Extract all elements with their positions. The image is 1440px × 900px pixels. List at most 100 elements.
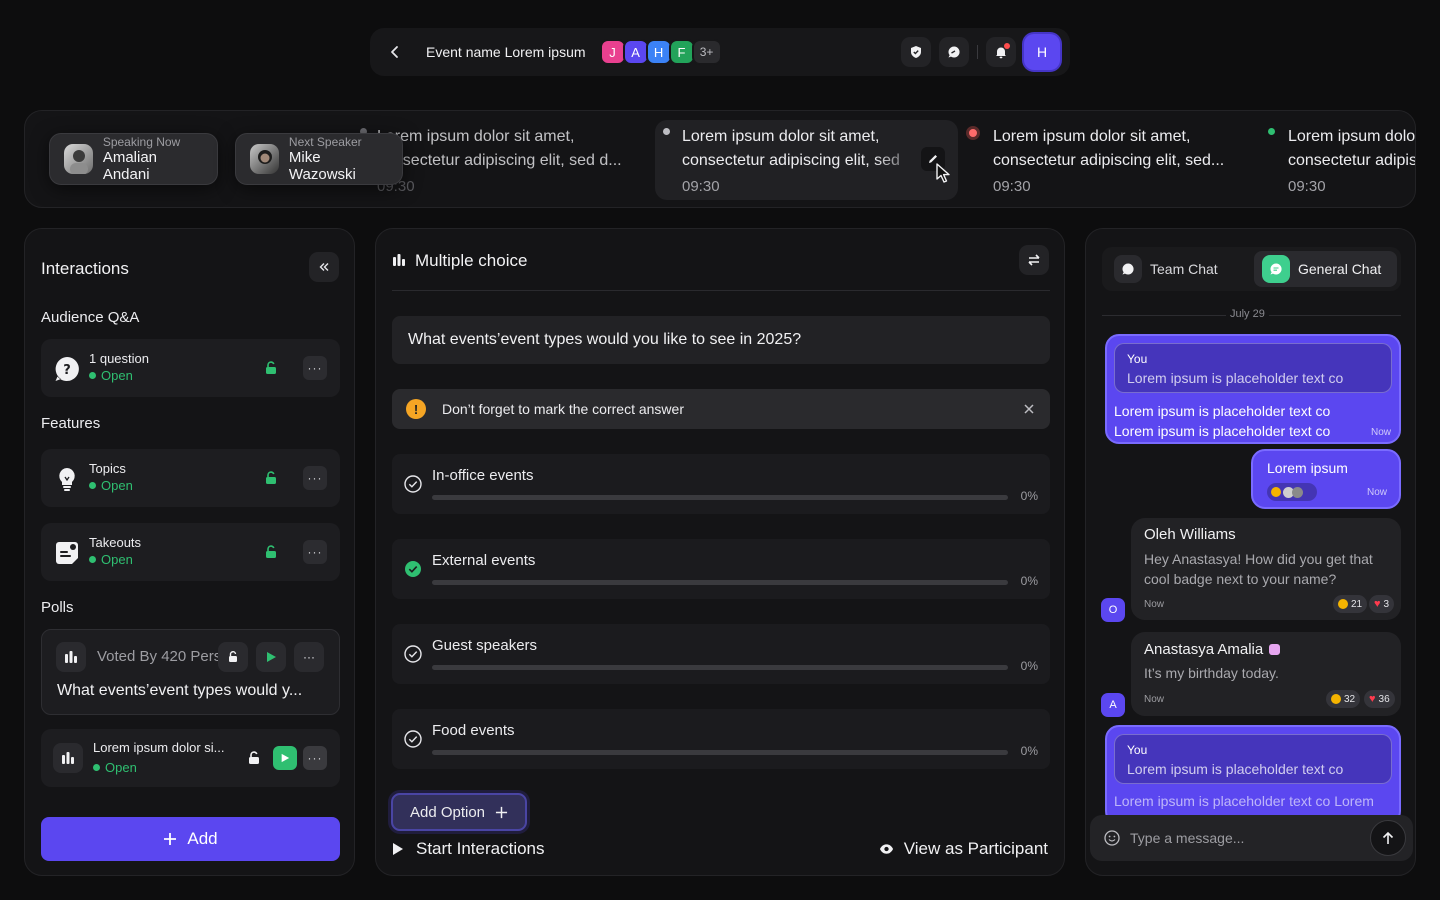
more-button[interactable]: ··· <box>303 746 327 770</box>
add-option-button[interactable]: Add Option <box>391 793 527 831</box>
avatars-more[interactable]: 3+ <box>691 39 722 65</box>
reaction-laugh[interactable]: 32 <box>1326 690 1361 708</box>
reaction-laugh[interactable]: 21 <box>1333 595 1368 613</box>
close-icon[interactable] <box>1024 404 1034 414</box>
cursor-icon <box>936 163 950 183</box>
tab-team-chat[interactable]: Team Chat <box>1106 251 1251 287</box>
message-time: Now <box>1370 427 1391 438</box>
avatar[interactable]: H <box>645 39 672 65</box>
switch-type-button[interactable] <box>1019 245 1049 275</box>
reply-quote: You Lorem ipsum is placeholder text co <box>1114 734 1392 784</box>
agenda-item-time: 09:30 <box>682 178 720 195</box>
question-input[interactable]: What events’event types would you like t… <box>392 316 1050 364</box>
emoji-face-icon <box>1331 694 1341 704</box>
emoji-icon[interactable] <box>1104 830 1120 846</box>
quote-text: Lorem ipsum is placeholder text co <box>1127 370 1344 386</box>
agenda-item[interactable]: Lorem ipsum dolor sit amet, consectetur … <box>1288 125 1416 199</box>
feature-item-takeouts[interactable]: Takeouts Open ··· <box>41 523 340 581</box>
start-interactions-button[interactable]: Start Interactions <box>392 839 545 859</box>
arrow-up-icon <box>1382 831 1394 844</box>
avatar <box>1292 486 1303 498</box>
check-circle-icon[interactable] <box>404 475 422 493</box>
svg-text:?: ? <box>63 363 71 378</box>
more-button[interactable]: ··· <box>303 466 327 490</box>
avatar[interactable]: A <box>1101 693 1125 717</box>
feature-item-topics[interactable]: Topics Open ··· <box>41 449 340 507</box>
live-dot <box>966 126 980 140</box>
bar-chart-icon <box>65 651 77 663</box>
poll-item[interactable]: Lorem ipsum dolor si... Open ··· <box>41 729 340 787</box>
section-label-features: Features <box>41 415 101 432</box>
notifications-button[interactable] <box>986 37 1016 67</box>
collapse-button[interactable] <box>309 252 339 282</box>
user-avatar[interactable]: H <box>1024 34 1060 70</box>
poll-option[interactable]: In-office events 0% <box>392 454 1050 514</box>
panel-title: Interactions <box>41 259 129 278</box>
speaking-now-label: Speaking Now <box>102 135 181 149</box>
check-circle-icon[interactable] <box>404 645 422 663</box>
feature-name: Takeouts <box>89 535 142 550</box>
reaction-heart[interactable]: ♥ 3 <box>1369 595 1395 613</box>
chat-button[interactable] <box>939 37 969 67</box>
reaction-count: 36 <box>1378 693 1390 705</box>
tab-general-chat[interactable]: General Chat <box>1254 251 1397 287</box>
more-button[interactable]: ··· <box>294 642 324 672</box>
unlock-icon[interactable] <box>263 360 279 376</box>
next-speaker-card[interactable]: Next Speaker Mike Wazowski <box>235 133 403 185</box>
message-input[interactable]: Type a message... <box>1130 830 1244 846</box>
unlock-icon[interactable] <box>263 470 279 486</box>
avatar[interactable]: O <box>1101 598 1125 622</box>
more-button[interactable]: ··· <box>303 356 327 380</box>
reaction-heart[interactable]: ♥ 36 <box>1364 690 1395 708</box>
agenda-item-line1: Lorem ipsum dolor sit amet, <box>1288 128 1416 145</box>
agenda-item[interactable]: Lorem ipsum dolor sit amet, consectetur … <box>993 125 1253 199</box>
send-button[interactable] <box>1370 820 1406 856</box>
more-button[interactable]: ··· <box>303 540 327 564</box>
check-circle-filled-icon[interactable] <box>404 560 422 578</box>
play-button[interactable] <box>273 746 297 770</box>
view-as-participant-button[interactable]: View as Participant <box>879 839 1048 859</box>
next-speaker-label: Next Speaker <box>288 135 362 149</box>
chat-message-own[interactable]: Lorem ipsum Now <box>1251 449 1401 509</box>
agenda-item-line2: consectetur adipiscing elit, sed d... <box>377 152 622 169</box>
lock-icon[interactable] <box>246 750 262 766</box>
divider <box>392 290 1050 291</box>
chat-message-own[interactable]: You Lorem ipsum is placeholder text co L… <box>1105 334 1401 444</box>
next-speaker-name: Mike Wazowski <box>288 149 356 183</box>
option-percent: 0% <box>1020 574 1038 588</box>
reactions[interactable] <box>1267 483 1317 501</box>
agenda-item[interactable]: Lorem ipsum dolor sit amet, consectetur … <box>377 125 647 199</box>
chat-message-own[interactable]: You Lorem ipsum is placeholder text co L… <box>1105 725 1401 825</box>
qa-item[interactable]: ? 1 question Open ··· <box>41 339 340 397</box>
lock-button[interactable] <box>218 642 248 672</box>
shield-button[interactable] <box>901 37 931 67</box>
avatar[interactable]: J <box>599 39 626 65</box>
message-composer[interactable]: Type a message... <box>1090 815 1413 861</box>
play-icon <box>393 843 403 855</box>
agenda-item-time: 09:30 <box>377 178 415 195</box>
heart-icon: ♥ <box>1369 693 1376 705</box>
participant-avatars[interactable]: J A H F 3+ <box>599 39 722 65</box>
feature-name: Topics <box>89 461 126 476</box>
agenda-item[interactable]: Lorem ipsum dolor sit amet, consectetur … <box>682 125 922 199</box>
poll-option[interactable]: Food events 0% <box>392 709 1050 769</box>
play-button[interactable] <box>256 642 286 672</box>
poll-item-expanded[interactable]: Voted By 420 Pers ··· What events’event … <box>41 629 340 715</box>
message-time: Now <box>1144 599 1165 610</box>
speaking-now-card[interactable]: Speaking Now Amalian Andani <box>49 133 218 185</box>
chat-message[interactable]: Oleh Williams Hey Anastasya! How did you… <box>1131 518 1401 620</box>
avatar[interactable]: F <box>668 39 695 65</box>
question-icon: ? <box>55 357 79 381</box>
feature-status: Open <box>89 478 133 493</box>
view-as-participant-label: View as Participant <box>903 839 1048 858</box>
avatar[interactable]: A <box>622 39 649 65</box>
date-label: July 29 <box>1226 308 1269 320</box>
check-circle-icon[interactable] <box>404 730 422 748</box>
back-button[interactable] <box>380 37 410 67</box>
poll-option[interactable]: Guest speakers 0% <box>392 624 1050 684</box>
poll-option[interactable]: External events 0% <box>392 539 1050 599</box>
chat-message[interactable]: Anastasya Amalia It’s my birthday today.… <box>1131 632 1401 716</box>
top-bar: Event name Lorem ipsum J A H F 3+ H <box>370 28 1070 76</box>
add-button[interactable]: Add <box>41 817 340 861</box>
unlock-icon[interactable] <box>263 544 279 560</box>
